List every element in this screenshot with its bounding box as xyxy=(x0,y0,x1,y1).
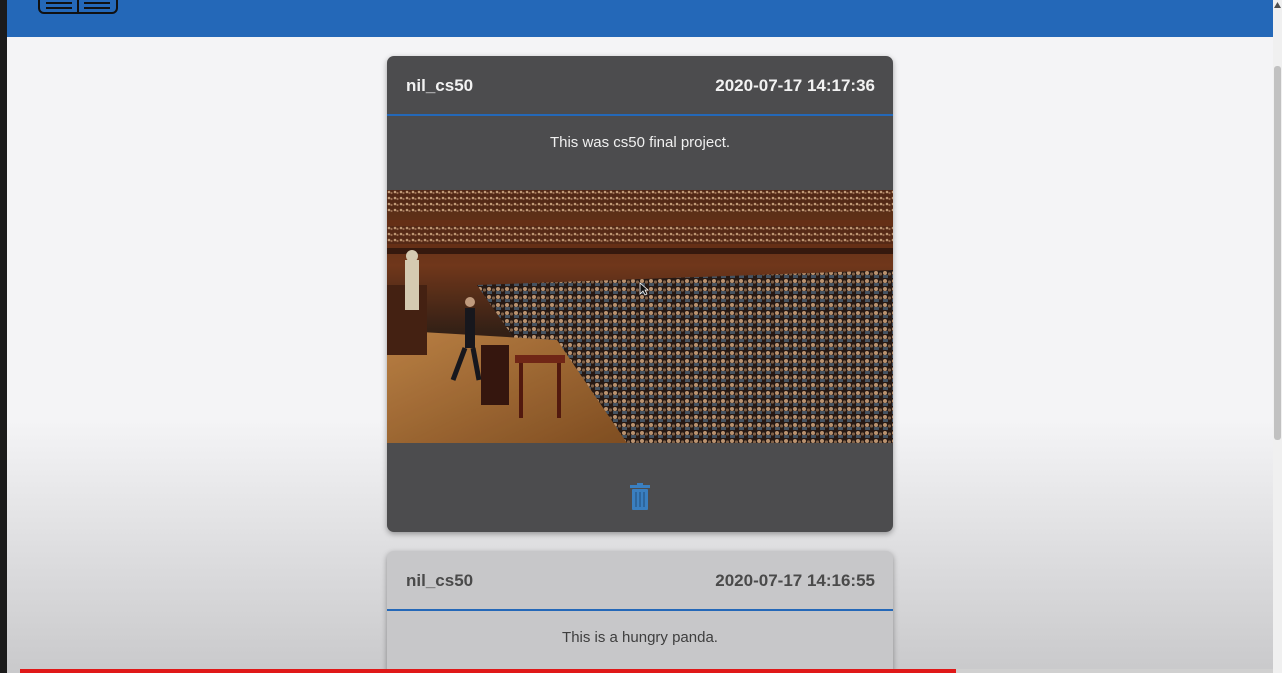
post-timestamp: 2020-07-17 14:17:36 xyxy=(715,76,875,95)
post-footer xyxy=(387,443,893,531)
page: nil_cs50 2020-07-17 14:17:36 This was cs… xyxy=(7,0,1273,673)
top-navbar xyxy=(7,0,1273,37)
scrollbar[interactable] xyxy=(1273,0,1282,673)
video-progress-fill xyxy=(20,669,956,673)
post-text: This is a hungry panda. xyxy=(562,629,718,646)
post-username[interactable]: nil_cs50 xyxy=(406,571,473,591)
post-card: nil_cs50 2020-07-17 14:16:55 This is a h… xyxy=(387,551,893,673)
post-timestamp: 2020-07-17 14:16:55 xyxy=(715,571,875,590)
post-text: This was cs50 final project. xyxy=(549,134,731,151)
video-progress-bar[interactable] xyxy=(20,669,1273,673)
scroll-up-arrow-icon[interactable] xyxy=(1274,2,1281,8)
trash-icon[interactable] xyxy=(629,483,651,511)
book-logo-icon[interactable] xyxy=(38,0,118,14)
scrollbar-thumb[interactable] xyxy=(1274,66,1281,440)
post-image xyxy=(387,190,893,443)
mouse-cursor-icon xyxy=(639,282,649,296)
post-header: nil_cs50 2020-07-17 14:16:55 xyxy=(387,551,893,611)
post-header: nil_cs50 2020-07-17 14:17:36 xyxy=(387,56,893,116)
post-username[interactable]: nil_cs50 xyxy=(406,76,473,96)
